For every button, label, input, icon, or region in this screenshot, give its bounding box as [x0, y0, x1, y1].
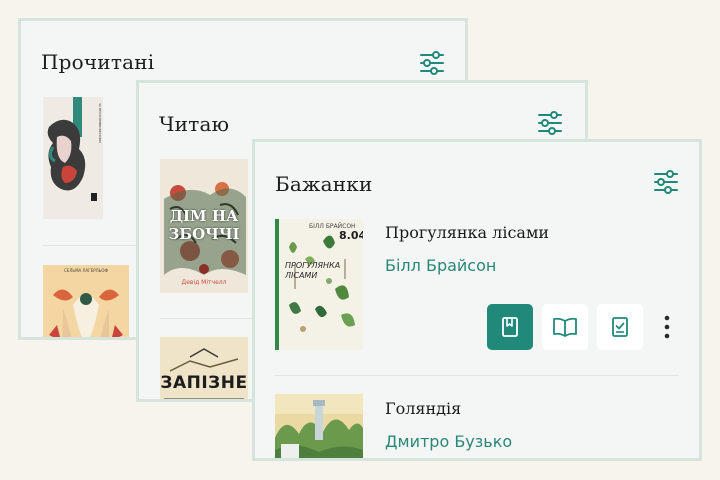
filter-icon[interactable] — [537, 111, 563, 135]
card-title-wishlist: Бажанки — [275, 172, 373, 196]
more-vertical-icon[interactable] — [659, 312, 675, 342]
cover-text: СЕЛЬМА ЛАГЕРЛЬОФ — [64, 268, 108, 273]
book-cover[interactable]: БІЛЛ БРАЙСОН 8.04 ПРОГУЛЯНКА ЛІСАМИ — [275, 219, 363, 350]
cover-title: ДІМ НА ЗБОЧЧІ — [168, 207, 240, 243]
cover-number: 8.04 — [339, 229, 363, 242]
book-title[interactable]: Голяндія — [385, 399, 461, 418]
bookmark-icon — [502, 317, 518, 337]
book-check-icon — [612, 317, 628, 337]
divider — [275, 375, 679, 376]
book-cover[interactable]: ДІМ НА ЗБОЧЧІ Девід Мітчелл — [160, 159, 248, 293]
filter-icon[interactable] — [653, 170, 679, 194]
book-cover[interactable] — [275, 394, 363, 458]
reading-button[interactable] — [542, 304, 588, 350]
card-title-read: Прочитані — [41, 50, 155, 74]
book-author[interactable]: Дмитро Бузько — [385, 432, 512, 451]
book-title[interactable]: Прогулянка лісами — [385, 223, 549, 242]
wishlist-card: Бажанки БІЛЛ БРАЙСОН 8.0 ПРОГУЛЯНКА ЛІСА… — [252, 139, 702, 461]
finished-button[interactable] — [597, 304, 643, 350]
cover-text: ЗА ПРОЗОРИМИ ВІКНАМИ — [98, 103, 102, 143]
book-cover[interactable]: СЕЛЬМА ЛАГЕРЛЬОФ — [43, 265, 129, 337]
filter-icon[interactable] — [419, 51, 445, 75]
card-title-reading: Читаю — [159, 112, 230, 136]
cover-title: ЗАПІЗНЕ — [160, 373, 248, 393]
cover-title: ПРОГУЛЯНКА ЛІСАМИ — [285, 261, 341, 280]
cover-author: Девід Мітчелл — [181, 279, 227, 286]
book-cover[interactable]: ЗАПІЗНЕ — [160, 337, 248, 399]
want-to-read-button[interactable] — [487, 304, 533, 350]
book-author[interactable]: Білл Брайсон — [385, 256, 496, 275]
book-cover[interactable]: ЗА ПРОЗОРИМИ ВІКНАМИ — [43, 97, 103, 219]
open-book-icon — [553, 317, 577, 337]
